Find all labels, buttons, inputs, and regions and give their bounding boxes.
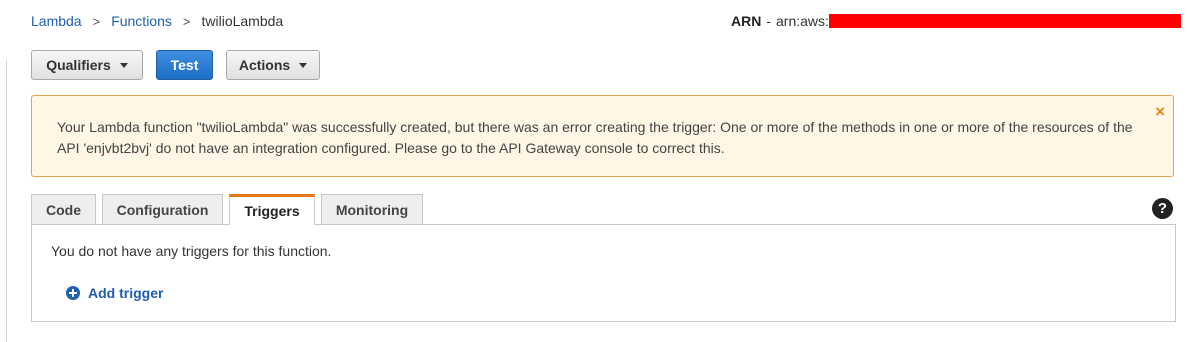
breadcrumb-separator: > — [92, 13, 101, 29]
tab-triggers[interactable]: Triggers — [229, 194, 315, 225]
left-edge-divider — [0, 60, 7, 342]
triggers-panel: You do not have any triggers for this fu… — [31, 224, 1176, 322]
tab-label: Triggers — [244, 203, 300, 219]
breadcrumb-separator: > — [182, 13, 191, 29]
actions-label: Actions — [238, 57, 291, 73]
tab-monitoring[interactable]: Monitoring — [321, 194, 423, 225]
breadcrumb-current-function: twilioLambda — [201, 13, 284, 29]
tab-label: Configuration — [116, 202, 209, 218]
no-triggers-message: You do not have any triggers for this fu… — [51, 243, 332, 259]
caret-down-icon — [119, 62, 128, 68]
breadcrumb-lambda[interactable]: Lambda — [31, 13, 82, 29]
plus-circle-icon — [66, 286, 80, 300]
arn-label: ARN — [731, 13, 762, 29]
qualifiers-button[interactable]: Qualifiers — [31, 50, 143, 80]
help-icon[interactable]: ? — [1152, 198, 1173, 219]
close-icon[interactable]: × — [1155, 103, 1165, 120]
test-button[interactable]: Test — [156, 50, 213, 80]
test-label: Test — [170, 57, 199, 73]
warning-alert: Your Lambda function "twilioLambda" was … — [31, 95, 1174, 177]
qualifiers-label: Qualifiers — [46, 57, 111, 73]
arn-display: ARN - arn:aws: — [731, 13, 1181, 29]
actions-button[interactable]: Actions — [226, 50, 320, 80]
add-trigger-label: Add trigger — [88, 285, 164, 301]
tab-label: Monitoring — [335, 202, 409, 218]
breadcrumb: Lambda > Functions > twilioLambda — [31, 13, 283, 29]
alert-message: Your Lambda function "twilioLambda" was … — [57, 119, 1133, 156]
arn-value: arn:aws: — [776, 13, 829, 29]
arn-redaction-bar — [828, 14, 1181, 28]
lambda-function-page: Lambda > Functions > twilioLambda ARN - … — [0, 0, 1190, 342]
caret-down-icon — [299, 62, 308, 68]
breadcrumb-functions[interactable]: Functions — [111, 13, 172, 29]
toolbar: Qualifiers Test Actions — [31, 50, 320, 80]
arn-separator: - — [766, 13, 772, 29]
tab-label: Code — [46, 202, 81, 218]
function-tabs: Code Configuration Triggers Monitoring — [31, 194, 423, 225]
tab-configuration[interactable]: Configuration — [102, 194, 223, 225]
add-trigger-link[interactable]: Add trigger — [66, 285, 163, 301]
tab-code[interactable]: Code — [31, 194, 96, 225]
